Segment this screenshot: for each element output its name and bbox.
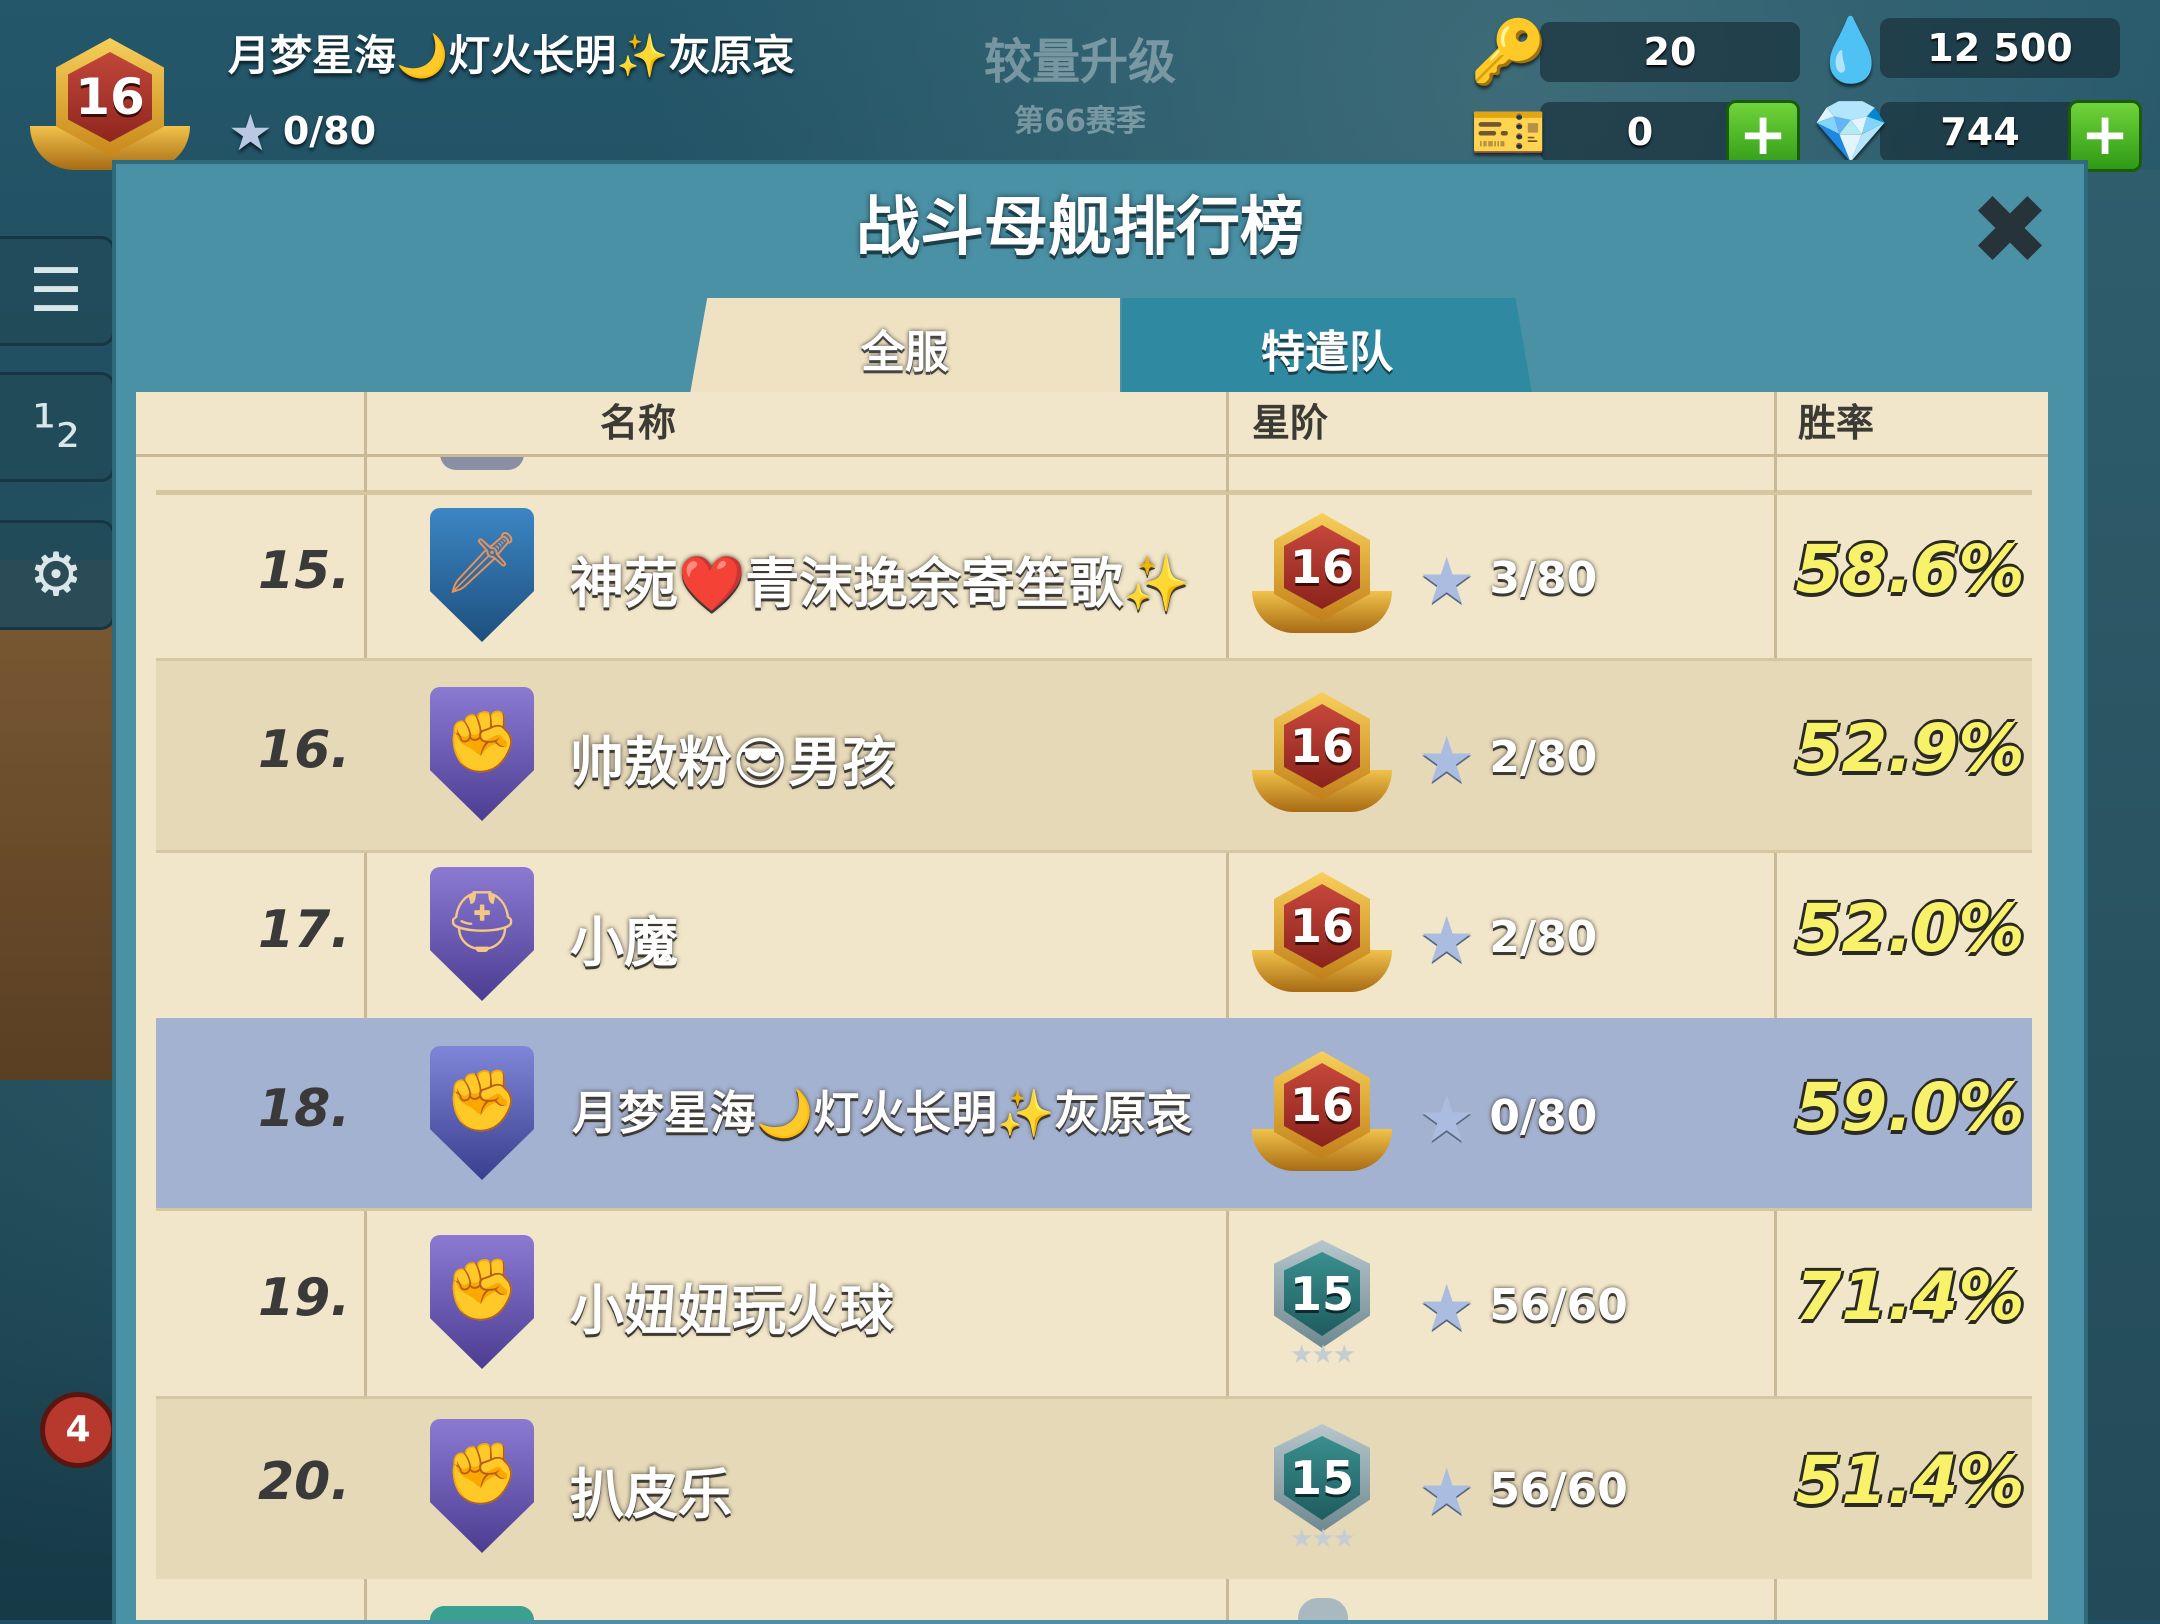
intel-drop-icon: 💧 [1812, 13, 1890, 86]
row-winrate: 52.0% [1795, 890, 2025, 967]
row-player-name: 帅敖粉😎男孩 [570, 731, 897, 794]
tab-global[interactable]: 全服 [690, 298, 1120, 394]
diamonds-value: 744 [1940, 110, 2020, 154]
row-stars: ★ 2/80 [1418, 724, 1597, 798]
star-icon: ★ [1418, 1456, 1476, 1530]
row-rank: 15. [258, 541, 351, 601]
plus-icon: + [1738, 100, 1788, 168]
row-winrate: 71.4% [1795, 1258, 2025, 1335]
diamond-icon: 💎 [1812, 95, 1890, 168]
header-winrate: 胜率 [1798, 401, 1875, 445]
row-player-name: 神苑❤️青沫挽余寄笙歌✨ [570, 552, 1191, 615]
row-stars-value: 3/80 [1489, 553, 1598, 604]
season-info: 较量升级 第66赛季 [950, 22, 1210, 140]
tab-taskforce-label: 特遣队 [1261, 327, 1393, 378]
intel-value: 12 500 [1927, 26, 2073, 70]
rank-level-badge: 16 [1252, 872, 1392, 1002]
row-stars-value: 2/80 [1489, 732, 1598, 783]
plus-icon: + [2080, 100, 2130, 168]
rank-level-badge: 16 [1252, 513, 1392, 643]
ranking-button[interactable]: ¹₂ [0, 372, 115, 482]
player-stars-value: 0/80 [282, 109, 377, 153]
star-icon: ★ [1418, 904, 1476, 978]
row-stars: ★ 56/60 [1418, 1272, 1628, 1346]
intel-counter: 12 500 [1880, 18, 2120, 78]
row-rank: 19. [258, 1268, 351, 1328]
row-stars: ★ 2/80 [1418, 904, 1597, 978]
row-stars: ★ 3/80 [1418, 545, 1597, 619]
row-player-name: 月梦星海🌙灯火长明✨灰原哀 [572, 1086, 1193, 1140]
tickets-counter: 0 [1540, 102, 1740, 162]
settings-button[interactable]: ⚙ [0, 520, 115, 630]
row-player-name: 小魔 [570, 911, 678, 974]
star-icon: ★ [1418, 1083, 1476, 1157]
partial-emblem-bottom [430, 1606, 534, 1620]
row-stars-value: 56/60 [1489, 1464, 1628, 1515]
row-stars: ★ 56/60 [1418, 1456, 1628, 1530]
tab-taskforce[interactable]: 特遣队 [1122, 298, 1532, 394]
rank-level-badge: 16 [1252, 1051, 1392, 1181]
header-rank-level: 星阶 [1252, 401, 1329, 445]
keys-value: 20 [1643, 30, 1697, 74]
row-rank: 20. [258, 1452, 351, 1512]
gear-icon: ⚙ [29, 540, 83, 610]
rank-level-badge: 15 ★★★ [1244, 1240, 1400, 1370]
season-subtitle: 第66赛季 [1014, 104, 1146, 139]
panel-title: 战斗母舰排行榜 [856, 191, 1304, 265]
close-icon: ✖ [1969, 174, 2051, 286]
row-winrate: 58.6% [1795, 531, 2025, 608]
row-stars-value: 2/80 [1489, 912, 1598, 963]
badge-stars-decoration: ★★★ [1290, 1524, 1356, 1554]
row-stars-value: 0/80 [1489, 1091, 1598, 1142]
rank-level-badge: 16 [1252, 692, 1392, 822]
close-button[interactable]: ✖ [1968, 182, 2052, 278]
row-winrate: 59.0% [1795, 1069, 2025, 1146]
ticket-icon: 🎫 [1470, 95, 1548, 168]
header-name: 名称 [600, 401, 677, 445]
star-icon: ★ [1418, 724, 1476, 798]
badge-stars-decoration: ★★★ [1290, 1340, 1356, 1370]
row-winrate: 52.9% [1795, 710, 2025, 787]
row-player-name: 扒皮乐 [570, 1463, 732, 1526]
rank-level-badge: 15 ★★★ [1244, 1424, 1400, 1554]
star-icon: ★ [1418, 545, 1476, 619]
keys-counter: 20 [1540, 22, 1800, 82]
row-rank: 18. [258, 1079, 351, 1139]
star-icon: ★ [228, 104, 273, 162]
tab-global-label: 全服 [861, 327, 949, 378]
player-stars: ★ 0/80 [228, 104, 376, 162]
partial-row-top [156, 454, 2032, 493]
harbor-background [2080, 170, 2160, 1620]
diamonds-counter: 744 [1880, 102, 2080, 162]
star-icon: ★ [1418, 1272, 1476, 1346]
row-player-name: 小妞妞玩火球 [570, 1279, 894, 1342]
row-rank: 17. [258, 900, 351, 960]
row-rank: 16. [258, 720, 351, 780]
tickets-value: 0 [1626, 110, 1654, 154]
table-header [136, 392, 2048, 457]
notification-badge[interactable]: 4 [40, 1392, 116, 1468]
row-stars: ★ 0/80 [1418, 1083, 1597, 1157]
key-icon: 🔑 [1470, 15, 1548, 88]
season-title: 较量升级 [983, 34, 1176, 90]
row-stars-value: 56/60 [1489, 1280, 1628, 1331]
row-winrate: 51.4% [1795, 1442, 2025, 1519]
ranking-icon: ¹₂ [31, 392, 81, 462]
notification-count: 4 [65, 1409, 91, 1450]
player-name: 月梦星海🌙灯火长明✨灰原哀 [228, 31, 795, 80]
